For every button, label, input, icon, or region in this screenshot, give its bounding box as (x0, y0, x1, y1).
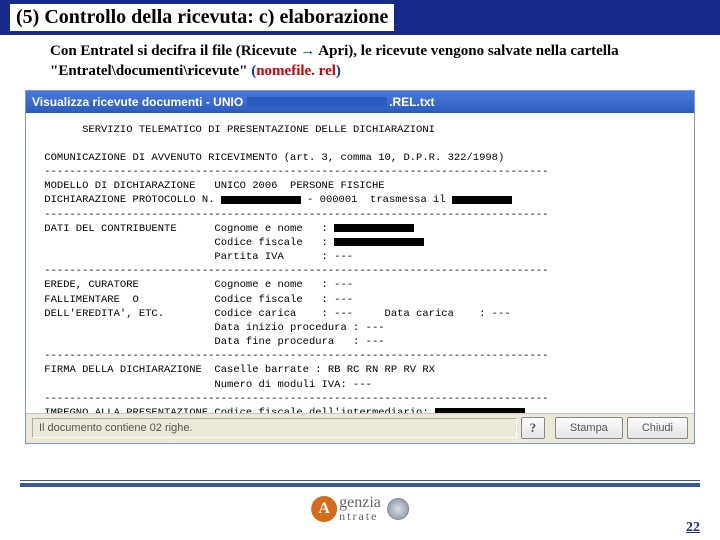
text-line: DICHIARAZIONE PROTOCOLLO N. - 000001 tra… (38, 193, 682, 207)
slide-title-text: (5) Controllo della ricevuta: c) elabora… (10, 4, 394, 31)
paren-close: ) (336, 63, 341, 79)
redacted-text (334, 238, 424, 246)
slide-description: Con Entratel si decifra il file (Ricevut… (0, 41, 720, 90)
redacted-text (334, 224, 414, 232)
text-line: Codice fiscale : (38, 236, 682, 250)
page-number: 22 (686, 520, 700, 536)
divider-line: ----------------------------------------… (38, 208, 682, 222)
redacted-text (221, 196, 301, 204)
status-text: Il documento contiene 02 righe. (32, 418, 517, 438)
footer-divider-thick (20, 483, 700, 487)
document-content: SERVIZIO TELEMATICO DI PRESENTAZIONE DEL… (26, 113, 694, 413)
redacted-text (435, 408, 525, 412)
slide-footer: A genzia ntrate 22 (0, 480, 720, 540)
logo-a-icon: A (311, 496, 337, 522)
footer-logos: A genzia ntrate (311, 496, 409, 522)
logo-text-sub: ntrate (339, 511, 381, 522)
status-bar: Il documento contiene 02 righe. ? Stampa… (26, 413, 694, 443)
help-button[interactable]: ? (521, 417, 545, 439)
divider-line: ----------------------------------------… (38, 349, 682, 363)
desc-text: Con Entratel si decifra il file (Ricevut… (50, 43, 300, 59)
slide-title: (5) Controllo della ricevuta: c) elabora… (0, 0, 720, 35)
text-line: FALLIMENTARE O Codice fiscale : --- (38, 293, 682, 307)
close-button[interactable]: Chiudi (627, 417, 688, 439)
text-line: COMUNICAZIONE DI AVVENUTO RICEVIMENTO (a… (38, 151, 682, 165)
text-line: Data fine procedura : --- (38, 335, 682, 349)
window-title-prefix: Visualizza ricevute documenti - UNIO (32, 95, 243, 109)
filename: nomefile. rel (256, 63, 336, 79)
text-line: DELL'EREDITA', ETC. Codice carica : --- … (38, 307, 682, 321)
text-line: Data inizio procedura : --- (38, 321, 682, 335)
text-line: SERVIZIO TELEMATICO DI PRESENTAZIONE DEL… (38, 123, 682, 137)
divider-line: ----------------------------------------… (38, 392, 682, 406)
text-line: MODELLO DI DICHIARAZIONE UNICO 2006 PERS… (38, 179, 682, 193)
text-line: Partita IVA : --- (38, 250, 682, 264)
redacted-text (247, 97, 387, 107)
text-line: Numero di moduli IVA: --- (38, 378, 682, 392)
window-titlebar[interactable]: Visualizza ricevute documenti - UNIO .RE… (26, 91, 694, 113)
print-button[interactable]: Stampa (555, 417, 623, 439)
agenzia-logo: A genzia ntrate (311, 496, 381, 522)
text-line: FIRMA DELLA DICHIARAZIONE Caselle barrat… (38, 363, 682, 377)
window-title-suffix: .REL.txt (389, 95, 434, 109)
emblem-icon (387, 498, 409, 520)
text-line: EREDE, CURATORE Cognome e nome : --- (38, 278, 682, 292)
divider-line: ----------------------------------------… (38, 264, 682, 278)
arrow-icon: → (300, 43, 315, 59)
redacted-text (452, 196, 512, 204)
footer-divider (20, 480, 700, 481)
text-line: DATI DEL CONTRIBUENTE Cognome e nome : (38, 222, 682, 236)
app-window: Visualizza ricevute documenti - UNIO .RE… (25, 90, 695, 444)
divider-line: ----------------------------------------… (38, 165, 682, 179)
